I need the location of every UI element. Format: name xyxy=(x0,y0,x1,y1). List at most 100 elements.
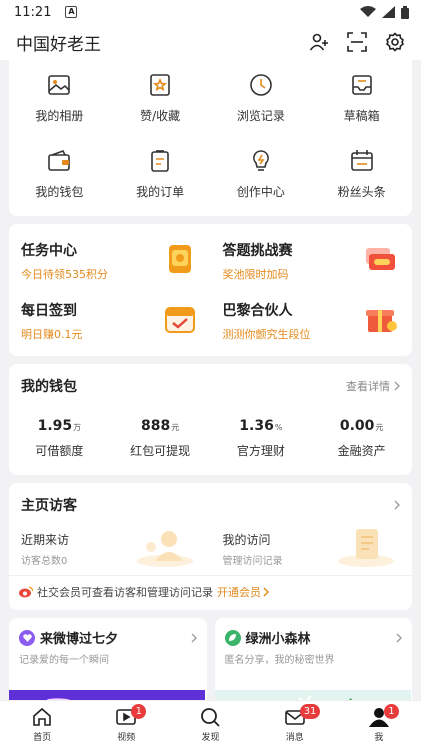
page-title: 中国好老王 xyxy=(16,34,101,55)
wallet-value: 888 xyxy=(141,418,171,434)
grid-item-history[interactable]: 浏览记录 xyxy=(211,66,312,130)
document-illustration-icon xyxy=(338,529,394,567)
chevron-right-icon xyxy=(394,381,400,391)
wallet-unit: 元 xyxy=(171,423,180,432)
nav-label: 发现 xyxy=(201,733,220,743)
coupon-icon xyxy=(366,248,395,270)
membership-banner[interactable]: 社交会员可查看访客和管理访问记录 开通会员 xyxy=(9,575,412,610)
grid-item-label: 草稿箱 xyxy=(343,109,380,123)
grid-item-label: 创作中心 xyxy=(236,185,285,199)
gift-box-icon xyxy=(366,310,397,332)
notification-count: 31 xyxy=(299,704,321,719)
feature-subtitle: 匿名分享，我的秘密世界 xyxy=(224,655,335,666)
wallet-icon xyxy=(48,150,71,171)
wallet-details-link[interactable]: 查看详情 xyxy=(346,378,400,394)
header-actions xyxy=(309,32,405,52)
wallet-item-redpacket[interactable]: 888元 红包可提现 xyxy=(110,418,211,459)
wallet-item-credit[interactable]: 1.95万 可借额度 xyxy=(9,418,110,459)
status-time: 11:21 xyxy=(14,4,52,20)
settings-icon[interactable] xyxy=(385,32,405,52)
feature-title: 绿洲小森林 xyxy=(245,632,311,647)
checkin-calendar-icon xyxy=(164,307,195,333)
grid-item-orders[interactable]: 我的订单 xyxy=(110,142,211,206)
my-visits[interactable]: 我的访问 管理访问记录 xyxy=(211,525,413,569)
feature-qixi[interactable]: 来微博过七夕 记录爱的每一个瞬间 xyxy=(9,618,207,700)
qixi-banner-image xyxy=(9,690,205,700)
nav-label: 首页 xyxy=(33,733,52,743)
visitors-row: 近期来访 访客总数0 我的访问 管理访问记录 xyxy=(9,521,412,575)
order-icon xyxy=(151,150,169,172)
wallet-unit: 万 xyxy=(73,423,82,432)
grid-item-album[interactable]: 我的相册 xyxy=(9,66,110,130)
star-icon xyxy=(150,74,170,96)
visitors-title: 主页访客 xyxy=(21,498,77,514)
bottom-nav: 首页 视频 1 发现 消息 31 我 1 xyxy=(0,700,421,748)
visitors-header[interactable]: 主页访客 xyxy=(9,483,412,521)
grid-item-label: 我的订单 xyxy=(136,185,185,199)
chevron-right-icon xyxy=(263,587,269,597)
weibo-logo-icon xyxy=(19,586,33,598)
main-scroll[interactable]: 我的相册 赞/收藏 浏览记录 草稿箱 我的钱包 我的订单 创作中心 粉丝头条 任… xyxy=(0,60,421,700)
tasks-card: 任务中心 今日待领535积分 答题挑战赛 奖池限时加码 每日签到 明日赚0.1元… xyxy=(9,224,412,356)
notification-count: 1 xyxy=(383,704,399,719)
bulb-icon xyxy=(253,150,269,171)
feature-subtitle: 记录爱的每一个瞬间 xyxy=(19,655,109,666)
shortcut-grid-card: 我的相册 赞/收藏 浏览记录 草稿箱 我的钱包 我的订单 创作中心 粉丝头条 xyxy=(9,60,412,216)
forest-banner-image xyxy=(214,690,411,700)
membership-text: 社交会员可查看访客和管理访问记录 xyxy=(37,586,213,599)
wallet-label: 金融资产 xyxy=(337,444,386,458)
status-icons xyxy=(360,5,409,19)
wallet-item-finance[interactable]: 1.36% 官方理财 xyxy=(211,418,312,459)
scan-icon[interactable] xyxy=(347,32,367,52)
recent-visitors[interactable]: 近期来访 访客总数0 xyxy=(9,525,211,569)
nav-messages[interactable]: 消息 31 xyxy=(253,701,337,748)
chevron-right-icon xyxy=(191,633,197,642)
heart-badge-icon xyxy=(19,629,35,646)
grid-item-creator-center[interactable]: 创作中心 xyxy=(211,142,312,206)
open-membership-label: 开通会员 xyxy=(217,586,261,599)
signal-icon xyxy=(382,6,395,18)
battery-icon xyxy=(401,5,409,19)
add-friend-icon[interactable] xyxy=(309,32,329,52)
wallet-item-assets[interactable]: 0.00元 金融资产 xyxy=(311,418,412,459)
visitors-card: 主页访客 近期来访 访客总数0 我的访问 管理访问记录 社交会员可查看访客和管理… xyxy=(9,483,412,610)
clock-icon xyxy=(250,74,272,96)
nav-me[interactable]: 我 1 xyxy=(337,701,421,748)
grid-item-label: 我的钱包 xyxy=(35,185,84,199)
home-icon xyxy=(33,707,51,726)
wallet-card: 我的钱包 查看详情 1.95万 可借额度 888元 红包可提现 1.36% 官方… xyxy=(9,364,412,475)
inbox-icon xyxy=(351,75,372,95)
grid-item-likes[interactable]: 赞/收藏 xyxy=(110,66,211,130)
grid-item-drafts[interactable]: 草稿箱 xyxy=(311,66,412,130)
feature-title: 来微博过七夕 xyxy=(40,632,119,647)
grid-item-label: 粉丝头条 xyxy=(337,185,386,199)
shortcut-grid: 我的相册 赞/收藏 浏览记录 草稿箱 我的钱包 我的订单 创作中心 粉丝头条 xyxy=(9,66,412,206)
nav-label: 消息 xyxy=(285,733,304,743)
wallet-value: 1.95 xyxy=(37,418,73,434)
wallet-value: 0.00 xyxy=(339,418,375,434)
grid-item-wallet[interactable]: 我的钱包 xyxy=(9,142,110,206)
grid-item-label: 我的相册 xyxy=(35,109,84,123)
tasks-grid: 任务中心 今日待领535积分 答题挑战赛 奖池限时加码 每日签到 明日赚0.1元… xyxy=(9,224,412,356)
nav-home[interactable]: 首页 xyxy=(0,701,84,748)
visitor-illustration-icon xyxy=(136,531,193,567)
task-center[interactable]: 任务中心 今日待领535积分 xyxy=(9,230,211,290)
grid-item-label: 浏览记录 xyxy=(236,109,285,123)
grid-item-fans-headline[interactable]: 粉丝头条 xyxy=(311,142,412,206)
grid-item-label: 赞/收藏 xyxy=(140,109,181,123)
wallet-unit: % xyxy=(274,423,283,432)
nav-discover[interactable]: 发现 xyxy=(168,701,252,748)
task-quiz-challenge[interactable]: 答题挑战赛 奖池限时加码 xyxy=(211,230,413,290)
nav-video[interactable]: 视频 1 xyxy=(84,701,168,748)
wallet-label: 红包可提现 xyxy=(130,444,191,458)
search-icon xyxy=(201,708,221,727)
feature-oasis-forest[interactable]: 绿洲小森林 匿名分享，我的秘密世界 xyxy=(214,618,412,700)
nav-label: 视频 xyxy=(117,733,136,743)
task-paris-partner[interactable]: 巴黎合伙人 测测你颤究生段位 xyxy=(211,290,413,350)
calendar-icon xyxy=(350,150,373,171)
open-membership-link[interactable]: 开通会员 xyxy=(217,584,269,600)
wallet-unit: 元 xyxy=(375,423,384,432)
chevron-right-icon xyxy=(396,633,402,642)
leaf-badge-icon xyxy=(224,629,241,646)
task-daily-checkin[interactable]: 每日签到 明日赚0.1元 xyxy=(9,290,211,350)
